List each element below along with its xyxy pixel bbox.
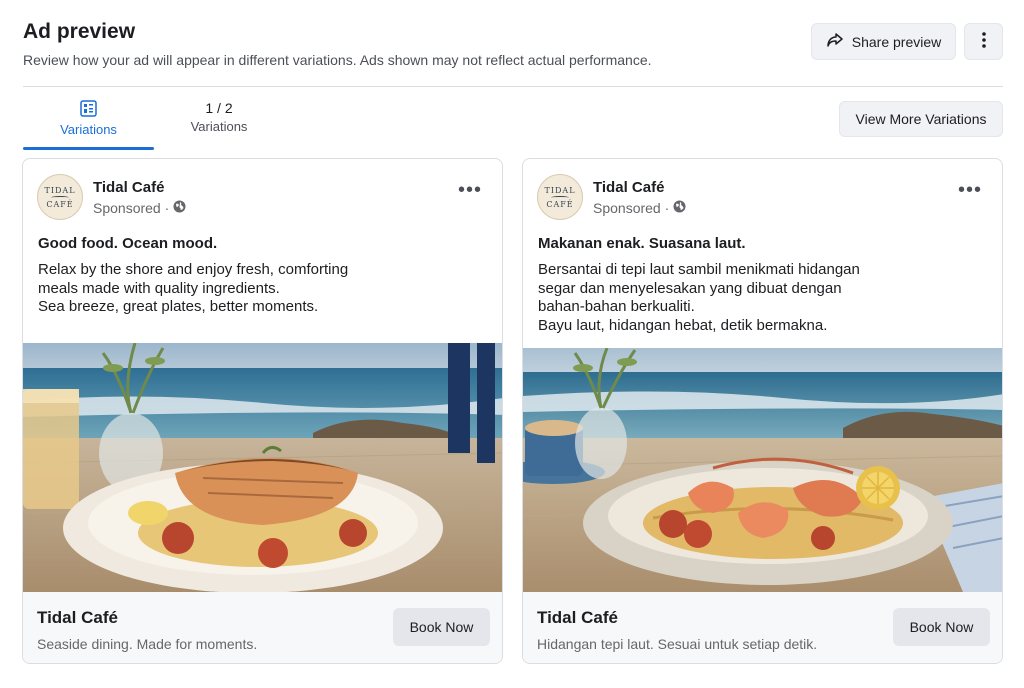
ad-body-line: meals made with quality ingredients. xyxy=(38,279,280,297)
brand-name[interactable]: Tidal Café xyxy=(93,179,186,196)
header-divider xyxy=(23,86,1003,87)
active-tab-indicator xyxy=(23,147,154,150)
page-title: Ad preview xyxy=(23,20,136,43)
logo-wave xyxy=(551,195,569,199)
ad-headline: Good food. Ocean mood. xyxy=(38,235,218,252)
sponsored-label: Sponsored · xyxy=(93,200,186,216)
ad-body-line: segar dan menyelesakan yang dibuat denga… xyxy=(538,279,842,297)
variation-count-value: 1 / 2 xyxy=(205,100,233,116)
brand-logo: TIDAL CAFÉ xyxy=(537,174,583,220)
ad-body-line: Bersantai di tepi laut sambil menikmati … xyxy=(538,261,860,278)
ad-image-salmon-dish[interactable] xyxy=(23,343,502,592)
ad-body-line: Bayu laut, hidangan hebat, detik bermakn… xyxy=(538,316,828,334)
brand-logo: TIDAL CAFÉ xyxy=(37,174,83,220)
ad-body-text: Bersantai di tepi laut sambil menikmati … xyxy=(538,261,978,335)
footer-brand: Tidal Café xyxy=(37,608,118,627)
share-preview-label: Share preview xyxy=(851,33,942,50)
logo-text-top: TIDAL xyxy=(544,185,576,195)
ad-body-line: bahan-bahan berkualiti. xyxy=(538,298,695,316)
globe-icon xyxy=(673,200,686,216)
footer-brand: Tidal Café xyxy=(537,608,618,627)
page-header: Ad preview Review how your ad will appea… xyxy=(23,20,652,68)
logo-text-bottom: CAFÉ xyxy=(546,199,574,209)
ad-card-1: TIDAL CAFÉ Tidal Café Sponsored · ••• Go… xyxy=(22,158,503,664)
grid-icon xyxy=(23,100,154,120)
ad-footer: Tidal Café Hidangan tepi laut. Sesuai un… xyxy=(523,592,1002,663)
ad-headline: Makanan enak. Suasana laut. xyxy=(538,235,746,252)
brand-name[interactable]: Tidal Café xyxy=(593,179,686,196)
sponsored-label: Sponsored · xyxy=(593,200,686,216)
tab-variations[interactable]: Variations xyxy=(23,100,154,137)
logo-text-bottom: CAFÉ xyxy=(46,199,74,209)
more-options-button[interactable] xyxy=(964,23,1003,60)
ad-body-line: Relax by the shore and enjoy fresh, comf… xyxy=(38,261,349,278)
sponsored-text: Sponsored · xyxy=(93,199,170,216)
tab-variation-count[interactable]: 1 / 2 Variations xyxy=(170,100,268,134)
card-more-icon[interactable]: ••• xyxy=(958,180,982,200)
footer-description: Seaside dining. Made for moments. xyxy=(37,636,258,652)
share-arrow-icon xyxy=(826,32,844,51)
share-preview-button[interactable]: Share preview xyxy=(811,23,956,60)
card-more-icon[interactable]: ••• xyxy=(458,180,482,200)
tab-variations-label: Variations xyxy=(60,122,117,137)
ad-footer: Tidal Café Seaside dining. Made for mome… xyxy=(23,592,502,663)
ad-body-text: Relax by the shore and enjoy fresh, comf… xyxy=(38,261,478,317)
ad-image-shrimp-dish[interactable] xyxy=(523,348,1002,592)
ad-card-2: TIDAL CAFÉ Tidal Café Sponsored · ••• Ma… xyxy=(522,158,1003,664)
variation-count-label: Variations xyxy=(190,119,248,134)
book-now-button[interactable]: Book Now xyxy=(393,608,490,646)
logo-text-top: TIDAL xyxy=(44,185,76,195)
book-now-button[interactable]: Book Now xyxy=(893,608,990,646)
page-subtitle: Review how your ad will appear in differ… xyxy=(23,52,652,68)
globe-icon xyxy=(173,200,186,216)
footer-description: Hidangan tepi laut. Sesuai untuk setiap … xyxy=(537,636,818,652)
ad-body-line: Sea breeze, great plates, better moments… xyxy=(38,298,319,316)
vertical-dots-icon xyxy=(981,32,986,51)
ad-card-header: TIDAL CAFÉ Tidal Café Sponsored · xyxy=(37,174,186,220)
sponsored-text: Sponsored · xyxy=(593,199,670,216)
ad-card-header: TIDAL CAFÉ Tidal Café Sponsored · xyxy=(537,174,686,220)
view-more-variations-button[interactable]: View More Variations xyxy=(839,101,1003,137)
logo-wave xyxy=(51,195,69,199)
